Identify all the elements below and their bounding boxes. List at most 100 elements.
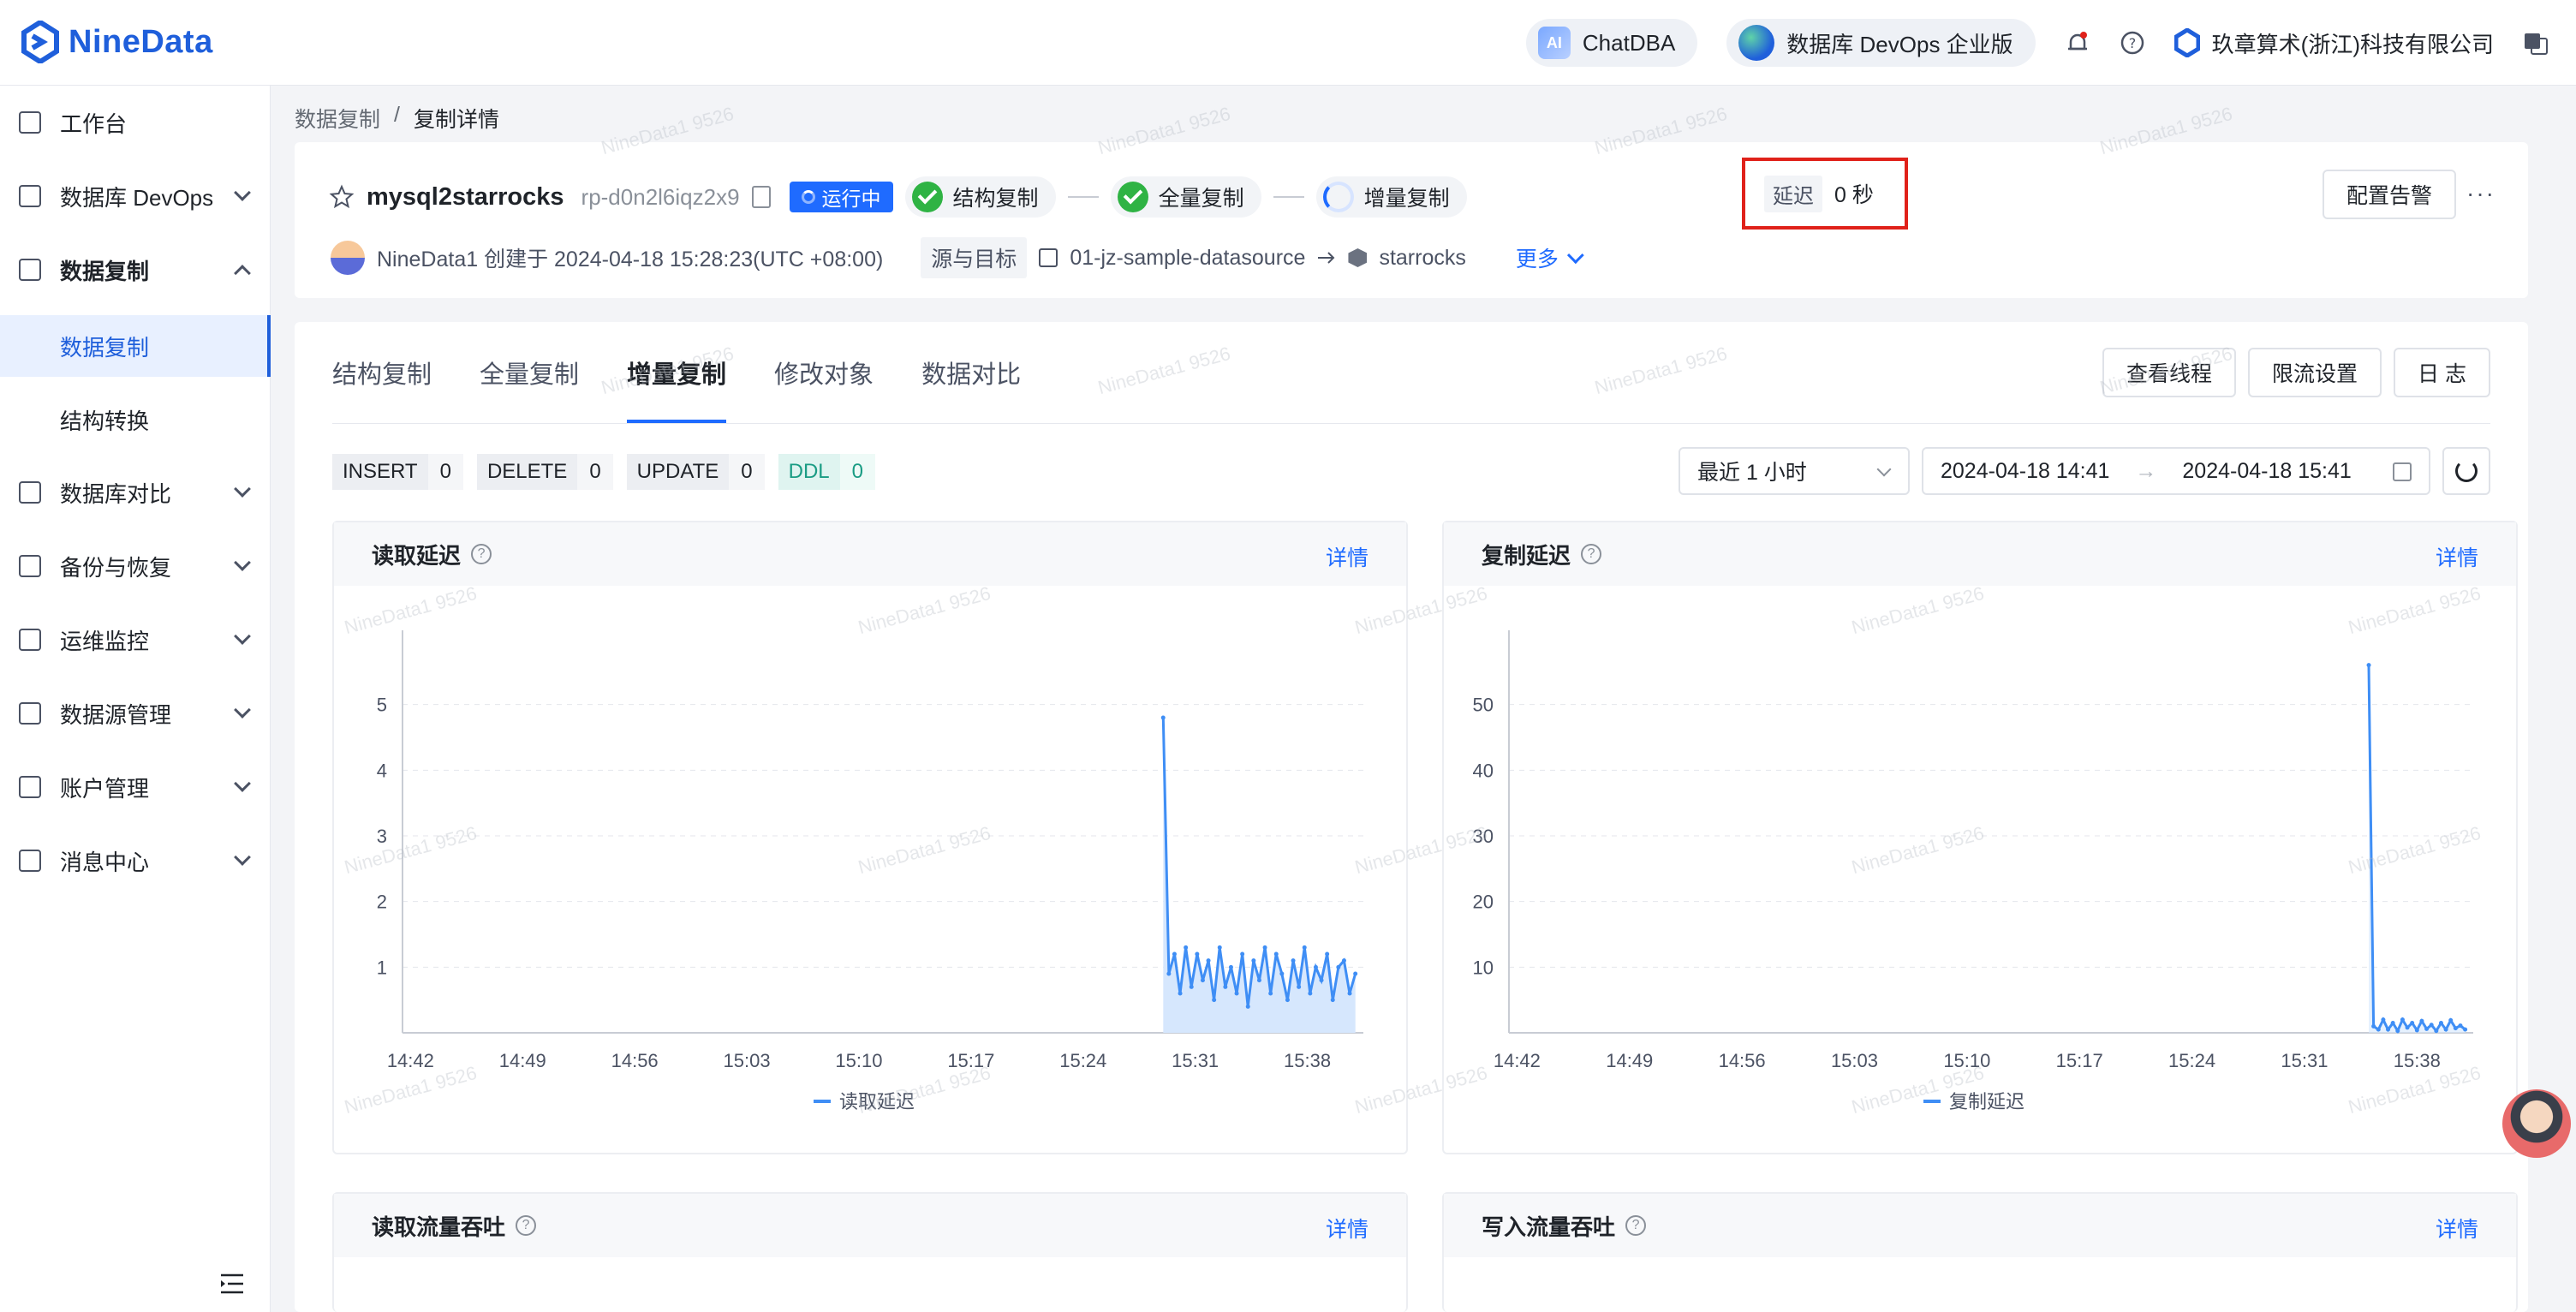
app-logo[interactable]: NineData: [21, 21, 213, 63]
chevron-up-icon: [234, 265, 251, 282]
tab-schema[interactable]: 结构复制: [332, 322, 432, 423]
detail-link[interactable]: 详情: [1326, 1213, 1368, 1243]
language-icon[interactable]: [2523, 30, 2549, 56]
data-point: [2424, 1026, 2430, 1031]
arrow-right-icon: [1318, 252, 1335, 264]
collapse-sidebar-icon[interactable]: [219, 1273, 245, 1295]
data-point: [1234, 991, 1239, 996]
copy-icon[interactable]: [751, 186, 771, 208]
data-point: [1341, 958, 1346, 963]
company-switcher[interactable]: 玖章算术(浙江)科技有限公司: [2174, 27, 2494, 59]
data-point: [2405, 1025, 2410, 1030]
source-name[interactable]: 01-jz-sample-datasource: [1070, 246, 1305, 271]
read-latency-card: 读取延迟 ? 详情 1 2 3 4 5 14:42 14:49 14:56 15:03 15:10…: [332, 521, 1408, 1154]
sidebar-subitem-schema-conversion[interactable]: 结构转换: [0, 389, 271, 450]
edition-button[interactable]: 数据库 DevOps 企业版: [1726, 19, 2036, 67]
help-icon[interactable]: ?: [1625, 1215, 1647, 1236]
avatar: [331, 241, 365, 275]
sidebar-item-messages[interactable]: 消息中心: [0, 824, 271, 898]
more-actions-icon[interactable]: ···: [2466, 180, 2496, 207]
stat-key: INSERT: [332, 454, 428, 490]
sidebar-item-replication[interactable]: 数据复制: [0, 233, 271, 307]
tab-data-compare[interactable]: 数据对比: [921, 322, 1021, 423]
sidebar-subitem-label: 结构转换: [60, 408, 150, 434]
detail-link[interactable]: 详情: [2436, 1213, 2478, 1243]
sidebar-subitem-replication[interactable]: 数据复制: [0, 315, 271, 377]
breadcrumb-parent[interactable]: 数据复制: [295, 103, 380, 134]
help-icon[interactable]: ?: [516, 1215, 537, 1236]
stage-incremental[interactable]: 增量复制: [1315, 176, 1467, 218]
time-range-value: 最近 1 小时: [1697, 461, 1807, 485]
throttle-settings-button[interactable]: 限流设置: [2248, 348, 2382, 397]
sidebar-item-label: 数据库 DevOps: [60, 184, 214, 211]
data-point: [1353, 971, 1358, 976]
time-range-select[interactable]: 最近 1 小时: [1679, 447, 1910, 495]
support-assistant-avatar[interactable]: [2502, 1089, 2571, 1158]
stat-value: 0: [427, 454, 463, 490]
stat-insert: INSERT 0: [332, 454, 463, 490]
stat-value: 0: [839, 454, 875, 490]
x-tick-label: 15:38: [2394, 1050, 2441, 1071]
x-tick-label: 15:03: [1831, 1050, 1878, 1071]
sidebar-item-label: 数据源管理: [60, 701, 172, 728]
stat-key: UPDATE: [626, 454, 730, 490]
help-icon[interactable]: ?: [471, 544, 492, 564]
help-icon[interactable]: ?: [1581, 544, 1602, 564]
refresh-button[interactable]: [2442, 447, 2490, 495]
x-tick-label: 15:24: [1059, 1050, 1106, 1071]
chatdba-button[interactable]: AI ChatDBA: [1525, 19, 1698, 67]
tab-incremental[interactable]: 增量复制: [627, 322, 727, 423]
sidebar-item-account[interactable]: 账户管理: [0, 750, 271, 824]
mysql-datasource-icon: [1039, 248, 1058, 267]
legend-label: 复制延迟: [1949, 1091, 2024, 1112]
data-point: [1245, 1004, 1250, 1009]
sidebar-item-monitoring[interactable]: 运维监控: [0, 603, 271, 677]
tab-modified-objects[interactable]: 修改对象: [774, 322, 874, 423]
y-tick-label: 5: [377, 695, 387, 716]
sidebar-item-devops[interactable]: 数据库 DevOps: [0, 159, 271, 233]
sidebar-item-backup[interactable]: 备份与恢复: [0, 529, 271, 603]
range-start[interactable]: 2024-04-18 14:41: [1941, 459, 2109, 484]
y-tick-label: 10: [1473, 957, 1494, 978]
card-title: 写入流量吞吐: [1482, 1214, 1616, 1240]
sidebar-item-datasource[interactable]: 数据源管理: [0, 677, 271, 750]
view-threads-button[interactable]: 查看线程: [2102, 348, 2237, 397]
stat-value: 0: [729, 454, 765, 490]
more-link-label: 更多: [1515, 247, 1559, 271]
data-point: [1256, 978, 1261, 983]
logs-button[interactable]: 日 志: [2394, 348, 2490, 397]
sidebar-item-workbench[interactable]: 工作台: [0, 86, 271, 159]
data-point: [1285, 998, 1290, 1003]
detail-link[interactable]: 详情: [2436, 541, 2478, 572]
bell-icon[interactable]: [2065, 30, 2090, 56]
target-name[interactable]: starrocks: [1379, 246, 1465, 271]
x-tick-label: 14:56: [611, 1050, 659, 1071]
data-point: [1347, 991, 1352, 996]
star-icon[interactable]: [329, 184, 355, 210]
chevron-down-icon: [234, 775, 251, 792]
more-link[interactable]: 更多: [1515, 242, 1584, 273]
data-point: [2453, 1026, 2458, 1031]
stage-full[interactable]: 全量复制: [1110, 176, 1261, 218]
configure-alert-button[interactable]: 配置告警: [2322, 170, 2456, 219]
range-end[interactable]: 2024-04-18 15:41: [2182, 459, 2351, 484]
x-tick-label: 14:42: [1494, 1050, 1541, 1071]
data-point: [2458, 1023, 2463, 1029]
tab-bar: 结构复制 全量复制 增量复制 修改对象 数据对比: [332, 322, 1021, 423]
chevron-down-icon: [234, 701, 251, 719]
task-name: mysql2starrocks: [367, 182, 564, 211]
x-tick-label: 15:17: [2056, 1050, 2103, 1071]
data-point: [1313, 964, 1318, 969]
x-tick-label: 15:03: [724, 1050, 771, 1071]
help-icon[interactable]: ?: [2120, 30, 2145, 56]
task-header-card: mysql2starrocks rp-d0n2l6iqz2x9 运行中 结构复制…: [295, 142, 2528, 298]
tab-full[interactable]: 全量复制: [480, 322, 579, 423]
stage-schema[interactable]: 结构复制: [904, 176, 1056, 218]
date-range-picker[interactable]: 2024-04-18 14:41 → 2024-04-18 15:41: [1922, 447, 2430, 495]
data-point: [1273, 951, 1279, 957]
y-tick-label: 3: [377, 826, 387, 847]
detail-link[interactable]: 详情: [1326, 541, 1368, 572]
data-point: [1319, 978, 1324, 983]
dml-stats: INSERT 0 DELETE 0 UPDATE 0 DDL 0: [332, 454, 875, 490]
sidebar-item-compare[interactable]: 数据库对比: [0, 456, 271, 529]
